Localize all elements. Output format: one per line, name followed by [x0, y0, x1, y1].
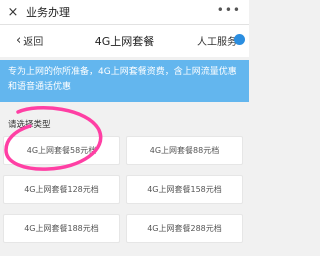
nav-bar: ‹ 返回 4G上网套餐 人工服务: [0, 25, 249, 57]
service-icon[interactable]: [234, 34, 245, 45]
service-button[interactable]: 人工服务: [197, 33, 237, 48]
package-option-158[interactable]: 4G上网套餐158元档: [126, 175, 243, 204]
more-icon[interactable]: •••: [217, 3, 241, 17]
package-option-128[interactable]: 4G上网套餐128元档: [3, 175, 120, 204]
package-option-88[interactable]: 4G上网套餐88元档: [126, 136, 243, 165]
top-bar: × 业务办理 •••: [0, 0, 249, 25]
package-option-58[interactable]: 4G上网套餐58元档: [3, 136, 120, 165]
package-option-288[interactable]: 4G上网套餐288元档: [126, 214, 243, 243]
close-icon[interactable]: ×: [0, 5, 26, 20]
app-title: 业务办理: [26, 6, 70, 19]
section-label: 请选择类型: [8, 120, 51, 130]
info-banner: 专为上网的你所准备，4G上网套餐资费，含上网流量优惠和语音通话优惠: [0, 60, 249, 102]
package-option-188[interactable]: 4G上网套餐188元档: [3, 214, 120, 243]
